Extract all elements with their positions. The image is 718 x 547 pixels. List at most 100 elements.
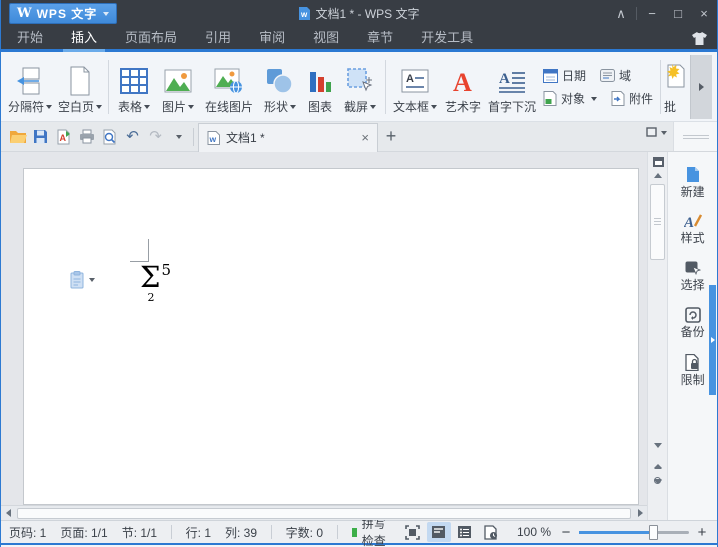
shapes-button[interactable]: 形状: [258, 55, 302, 119]
table-label: 表格: [118, 100, 142, 114]
sidebar-item-styles[interactable]: A 样式: [668, 205, 717, 252]
next-page-button[interactable]: [654, 479, 662, 502]
web-layout-view-button[interactable]: [479, 522, 503, 542]
zoom-in-button[interactable]: +: [695, 525, 709, 540]
tab-view[interactable]: 视图: [299, 27, 353, 49]
tab-page-layout[interactable]: 页面布局: [111, 27, 191, 49]
close-tab-icon[interactable]: ×: [361, 130, 369, 145]
document-tab-label: 文档1 *: [226, 129, 265, 146]
textbox-button[interactable]: A 文本框: [389, 55, 441, 119]
status-line[interactable]: 行: 1: [186, 524, 211, 541]
styles-icon: A: [684, 213, 702, 229]
attachment-button[interactable]: 附件: [611, 90, 653, 107]
save-button[interactable]: [30, 125, 51, 149]
print-button[interactable]: [76, 125, 97, 149]
paste-options-button[interactable]: [70, 271, 95, 289]
chevron-down-icon: [431, 105, 437, 109]
equation-sum[interactable]: Σ5 2: [140, 261, 171, 304]
outline-view-button[interactable]: [453, 522, 477, 542]
horizontal-scrollbar-thumb[interactable]: [17, 508, 631, 519]
scroll-left-button[interactable]: [1, 509, 15, 517]
sidebar-drag-handle[interactable]: [683, 135, 709, 139]
tab-review[interactable]: 审阅: [245, 27, 299, 49]
comment-icon: [664, 62, 686, 100]
chart-icon: [308, 62, 332, 100]
zoom-slider[interactable]: [579, 531, 689, 534]
fullscreen-view-button[interactable]: [401, 522, 425, 542]
export-pdf-button[interactable]: A: [53, 125, 74, 149]
chart-button[interactable]: 图表: [302, 55, 338, 119]
tab-references[interactable]: 引用: [191, 27, 245, 49]
comment-button-clipped[interactable]: 批: [664, 55, 690, 119]
object-button[interactable]: 对象: [543, 90, 597, 107]
print-preview-button[interactable]: [99, 125, 120, 149]
tab-insert[interactable]: 插入: [57, 27, 111, 49]
document-icon: w: [207, 131, 220, 145]
ribbon-tab-row: 开始 插入 页面布局 引用 审阅 视图 章节 开发工具: [1, 27, 717, 52]
tab-developer[interactable]: 开发工具: [407, 27, 487, 49]
undo-button[interactable]: ↶: [122, 125, 143, 149]
ribbon-separator: [108, 60, 109, 114]
tab-section[interactable]: 章节: [353, 27, 407, 49]
open-button[interactable]: [7, 125, 28, 149]
screenshot-button[interactable]: 截屏: [338, 55, 382, 119]
status-word-count[interactable]: 字数: 0: [286, 524, 323, 541]
online-picture-label: 在线图片: [205, 100, 253, 114]
chevron-down-icon: [96, 105, 102, 109]
status-page-number[interactable]: 页码: 1: [9, 524, 46, 541]
zoom-out-button[interactable]: −: [559, 525, 573, 540]
toolbar-separator: [193, 128, 194, 146]
online-picture-icon: [214, 62, 244, 100]
document-tab[interactable]: w 文档1 * ×: [198, 123, 378, 152]
zoom-slider-thumb[interactable]: [649, 525, 658, 540]
ruler-toggle-button[interactable]: [650, 154, 666, 169]
vertical-scrollbar[interactable]: [647, 152, 667, 520]
status-page-count[interactable]: 页面: 1/1: [60, 524, 107, 541]
status-column[interactable]: 列: 39: [225, 524, 257, 541]
scrollbar-grip: [654, 218, 661, 227]
tab-list-button[interactable]: [646, 127, 667, 139]
ribbon-more-button[interactable]: [690, 55, 712, 119]
window-title-text: 文档1 * - WPS 文字: [315, 7, 419, 21]
undo-history-dropdown[interactable]: [168, 125, 189, 149]
sidebar-item-new[interactable]: 新建: [668, 158, 717, 205]
page-break-button[interactable]: 分隔符: [5, 55, 55, 119]
chevron-down-icon: [188, 105, 194, 109]
collapse-ribbon-button[interactable]: ∧: [608, 6, 634, 22]
zoom-level[interactable]: 100 %: [517, 525, 551, 539]
new-tab-button[interactable]: +: [378, 124, 404, 150]
blank-page-button[interactable]: 空白页: [55, 55, 105, 119]
table-button[interactable]: 表格: [112, 55, 156, 119]
chevron-right-icon: [699, 83, 704, 91]
wordart-button[interactable]: A 艺术字: [441, 55, 485, 119]
previous-page-button[interactable]: [654, 447, 662, 470]
tab-home[interactable]: 开始: [3, 27, 57, 49]
skin-theme-icon[interactable]: [692, 32, 707, 45]
insert-small-group: 日期 域 对象 附件: [539, 55, 657, 119]
document-page[interactable]: Σ5 2: [23, 168, 639, 505]
scroll-up-button[interactable]: [654, 173, 662, 178]
wps-app-menu-button[interactable]: W WPS 文字: [9, 3, 117, 24]
scroll-right-button[interactable]: [633, 509, 647, 517]
status-bar-right: 100 % − +: [399, 522, 709, 542]
chevron-down-icon: [661, 131, 667, 135]
status-separator: [271, 525, 272, 539]
close-button[interactable]: ×: [691, 6, 717, 21]
vertical-scrollbar-thumb[interactable]: [650, 184, 665, 260]
field-button[interactable]: 域: [600, 67, 631, 84]
minimize-button[interactable]: −: [639, 6, 665, 21]
online-picture-button[interactable]: 在线图片: [200, 55, 258, 119]
page-view-button[interactable]: [427, 522, 451, 542]
dropcap-button[interactable]: A 首字下沉: [485, 55, 539, 119]
redo-button[interactable]: ↷: [145, 125, 166, 149]
date-button[interactable]: 日期: [543, 67, 586, 84]
pdf-icon: A: [56, 129, 71, 145]
picture-button[interactable]: 图片: [156, 55, 200, 119]
horizontal-scrollbar[interactable]: [1, 505, 647, 520]
save-icon: [33, 129, 48, 144]
task-pane-expand-handle[interactable]: [709, 285, 716, 395]
ruler-toggle-icon: [652, 156, 665, 168]
document-canvas[interactable]: Σ5 2: [1, 152, 647, 520]
status-section[interactable]: 节: 1/1: [122, 524, 157, 541]
maximize-button[interactable]: □: [665, 6, 691, 21]
